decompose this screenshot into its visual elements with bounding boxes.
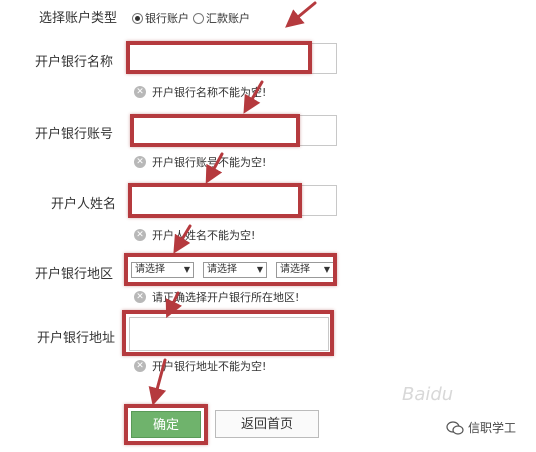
annotation-arrow xyxy=(285,1,317,28)
annotation-arrow xyxy=(205,152,224,184)
annotation-arrow xyxy=(173,224,192,254)
annotation-arrow xyxy=(243,80,264,114)
annotation-arrow xyxy=(165,291,182,319)
annotation-arrows xyxy=(148,1,317,406)
annotation-arrow xyxy=(148,358,167,406)
